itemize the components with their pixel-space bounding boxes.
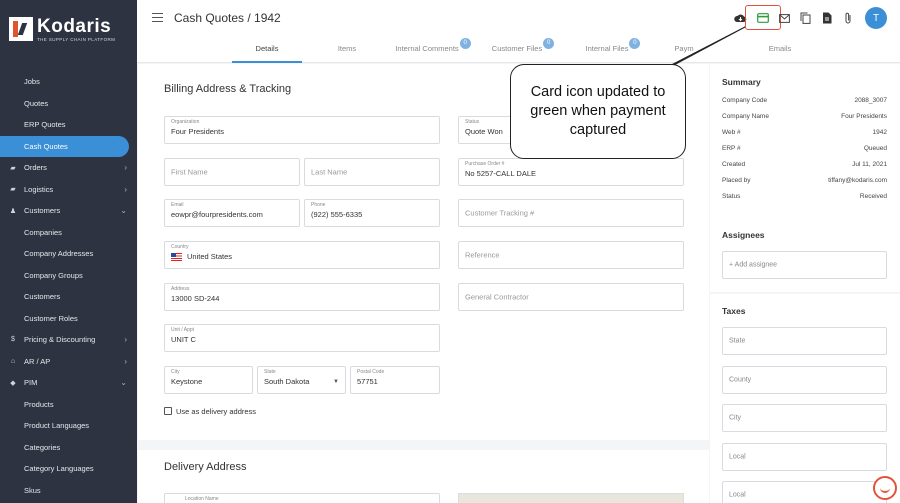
annotation-text: Card icon updated to green when payment … [530, 84, 666, 138]
annotation-callout: Card icon updated to green when payment … [510, 64, 686, 159]
chat-support-icon[interactable] [873, 476, 897, 500]
callout-pointer [651, 26, 746, 76]
